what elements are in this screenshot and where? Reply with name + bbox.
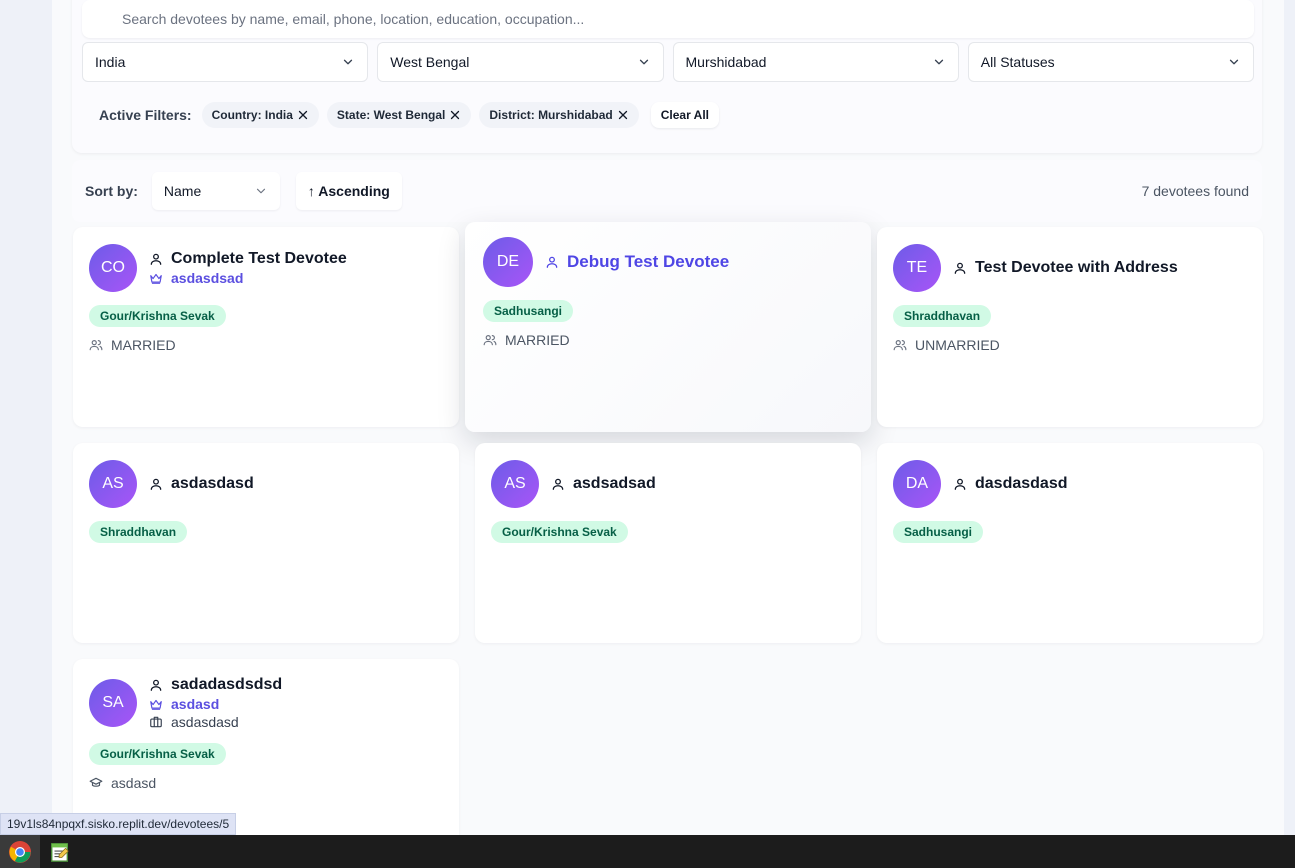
- devotee-name: asdsadsad: [573, 475, 656, 492]
- occupation: asdasdasd: [171, 714, 239, 730]
- devotee-name: dasdasdasd: [975, 475, 1068, 492]
- marital-status: MARRIED: [111, 337, 176, 353]
- sort-order-button[interactable]: ↑ Ascending: [295, 172, 402, 210]
- briefcase-icon: [150, 716, 162, 728]
- user-icon: [150, 478, 162, 490]
- active-filters-label: Active Filters:: [99, 107, 192, 123]
- devotee-card[interactable]: DE Debug Test Devotee Sadhusangi MARRIED: [465, 222, 871, 432]
- status-badge: Sadhusangi: [893, 521, 984, 543]
- user-icon: [150, 679, 162, 691]
- clear-all-button[interactable]: Clear All: [650, 102, 719, 128]
- link-preview-url: 19v1ls84npqxf.sisko.replit.dev/devotees/…: [0, 813, 237, 835]
- user-icon: [954, 262, 966, 274]
- state-value: West Bengal: [390, 54, 470, 70]
- chevron-down-icon: [256, 188, 265, 194]
- graduation-cap-icon: [89, 777, 103, 787]
- spiritual-name: asdasdsad: [171, 270, 244, 286]
- chevron-down-icon: [934, 59, 943, 65]
- country-select[interactable]: India: [82, 42, 369, 82]
- devotee-card[interactable]: AS asdsadsad Gour/Krishna Sevak: [475, 443, 861, 643]
- chip-label: Country: India: [211, 108, 293, 122]
- chip-label: State: West Bengal: [336, 108, 446, 122]
- taskbar-chrome[interactable]: [0, 835, 40, 868]
- status-badge: Gour/Krishna Sevak: [491, 521, 628, 543]
- chevron-down-icon: [639, 59, 648, 65]
- user-icon: [546, 256, 558, 268]
- crown-icon: [150, 699, 162, 710]
- devotee-name: asdasdasd: [171, 475, 254, 492]
- devotee-card[interactable]: AS asdasdasd Shraddhavan: [73, 443, 459, 643]
- devotee-card[interactable]: SA sadadasdsdsd asdasd asdasdasd Gour/Kr…: [73, 659, 459, 835]
- spiritual-name: asdasd: [171, 696, 220, 712]
- avatar: CO: [89, 244, 137, 292]
- user-icon: [552, 478, 564, 490]
- users-icon: [89, 340, 103, 351]
- main-panel: India West Bengal Murshidabad All Status…: [52, 0, 1284, 835]
- avatar: DE: [483, 237, 533, 287]
- devotee-name: sadadasdsdsd: [171, 676, 283, 693]
- avatar: TE: [893, 244, 941, 292]
- search-input[interactable]: [122, 11, 1254, 27]
- close-icon[interactable]: [449, 109, 461, 121]
- user-icon: [150, 253, 162, 265]
- education: asdasd: [111, 775, 157, 791]
- devotee-card[interactable]: TE Test Devotee with Address Shraddhavan…: [877, 227, 1263, 427]
- crown-icon: [150, 273, 162, 284]
- location-filters: India West Bengal Murshidabad All Status…: [82, 42, 1254, 82]
- state-select[interactable]: West Bengal: [377, 42, 664, 82]
- chevron-down-icon: [344, 59, 353, 65]
- devotee-name: Debug Test Devotee: [567, 252, 730, 271]
- district-value: Murshidabad: [685, 54, 767, 70]
- sort-field-value: Name: [163, 183, 202, 199]
- status-select[interactable]: All Statuses: [967, 42, 1254, 82]
- devotee-card[interactable]: DA dasdasdasd Sadhusangi: [877, 443, 1263, 643]
- notepad-icon: [51, 842, 69, 862]
- sort-label: Sort by:: [85, 183, 138, 199]
- district-select[interactable]: Murshidabad: [672, 42, 959, 82]
- avatar: DA: [893, 460, 941, 508]
- avatar: AS: [89, 460, 137, 508]
- chip-label: District: Murshidabad: [489, 108, 613, 122]
- close-icon[interactable]: [617, 109, 629, 121]
- active-filters: Active Filters: Country: India State: We…: [99, 102, 719, 128]
- country-value: India: [95, 54, 126, 70]
- close-icon[interactable]: [297, 109, 309, 121]
- marital-status: MARRIED: [505, 332, 570, 348]
- devotee-card[interactable]: CO Complete Test Devotee asdasdsad Gour/…: [73, 227, 459, 427]
- chrome-icon: [9, 840, 31, 863]
- filter-chip-country: Country: India: [201, 102, 319, 128]
- users-icon: [893, 340, 907, 351]
- status-badge: Gour/Krishna Sevak: [89, 305, 226, 327]
- sort-field-select[interactable]: Name: [151, 172, 280, 210]
- filter-chip-district: District: Murshidabad: [479, 102, 639, 128]
- user-icon: [954, 478, 966, 490]
- filter-chip-state: State: West Bengal: [326, 102, 472, 128]
- marital-status: UNMARRIED: [915, 337, 1000, 353]
- search-box[interactable]: [82, 0, 1254, 38]
- results-count: 7 devotees found: [1141, 183, 1249, 199]
- status-badge: Gour/Krishna Sevak: [89, 743, 226, 765]
- avatar: AS: [491, 460, 539, 508]
- taskbar-notepad[interactable]: [40, 835, 80, 868]
- chevron-down-icon: [1229, 59, 1239, 65]
- status-value: All Statuses: [980, 54, 1055, 70]
- sort-bar: Sort by: Name ↑ Ascending 7 devotees fou…: [72, 160, 1262, 222]
- devotee-name: Test Devotee with Address: [975, 259, 1178, 276]
- users-icon: [483, 335, 497, 346]
- avatar: SA: [89, 679, 137, 727]
- status-badge: Shraddhavan: [893, 305, 992, 327]
- status-badge: Sadhusangi: [483, 300, 574, 322]
- devotee-name: Complete Test Devotee: [171, 250, 347, 267]
- taskbar: [0, 835, 1295, 868]
- status-badge: Shraddhavan: [89, 521, 188, 543]
